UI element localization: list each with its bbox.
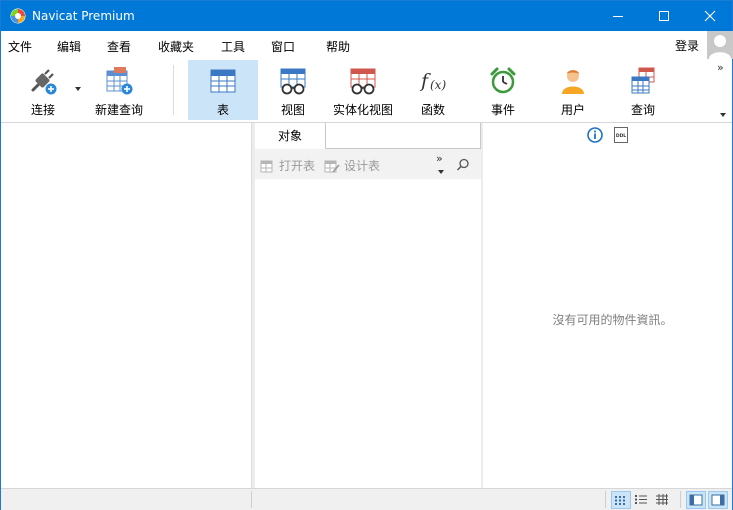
navicat-logo-icon [10, 8, 26, 24]
list-view-icon [615, 496, 625, 505]
fx-icon: f (x) [419, 70, 446, 92]
event-button[interactable]: 事件 [473, 60, 533, 120]
detail-view-icon [635, 495, 647, 504]
table-icon [210, 69, 236, 93]
status-divider [251, 491, 252, 508]
query-table-icon [631, 67, 655, 94]
view-label: 视图 [280, 103, 305, 117]
status-bar [1, 488, 732, 510]
toolbar-overflow-icon[interactable]: » [717, 61, 724, 74]
info-pane: DDL 沒有可用的物件資訊。 [483, 123, 732, 488]
menu-bar: 文件 编辑 查看 收藏夹 工具 窗口 帮助 登录 [1, 31, 732, 59]
tab-objects[interactable]: 对象 [255, 123, 325, 149]
open-table-button[interactable]: 打开表 [260, 157, 315, 174]
design-table-label: 设计表 [344, 159, 381, 173]
svg-text:(x): (x) [430, 78, 446, 92]
maximize-icon [659, 11, 669, 21]
menu-tools[interactable]: 工具 [221, 38, 245, 55]
grid-view-icon [656, 494, 668, 505]
app-window: Navicat Premium 文件 编辑 查看 收藏夹 工具 窗口 帮助 登录 [0, 0, 733, 510]
close-icon [704, 10, 716, 22]
detail-view-button[interactable] [632, 491, 652, 509]
menu-window[interactable]: 窗口 [271, 38, 295, 55]
glasses-table-icon [280, 68, 306, 95]
view-button[interactable]: 视图 [263, 60, 323, 120]
object-pane: 对象 打开表 设计表 » [255, 123, 481, 488]
table-plus-icon [106, 67, 133, 95]
toolbar-divider [173, 65, 174, 115]
design-table-button[interactable]: 设计表 [324, 157, 380, 174]
new-query-button[interactable]: 新建查询 [89, 60, 149, 120]
object-toolbar-overflow-icon[interactable]: » [436, 152, 443, 165]
open-table-label: 打开表 [279, 159, 316, 173]
left-pane-icon [689, 494, 703, 506]
ddl-icon[interactable]: DDL [614, 127, 628, 143]
plug-icon [31, 69, 57, 95]
table-label: 表 [216, 103, 229, 117]
query-button[interactable]: 查询 [613, 60, 673, 120]
materialized-view-label: 实体化视图 [332, 103, 393, 117]
connect-dropdown-icon[interactable] [75, 87, 81, 91]
design-table-icon [324, 160, 340, 173]
connect-label: 连接 [30, 103, 55, 117]
menu-favorites[interactable]: 收藏夹 [158, 38, 194, 55]
user-icon [562, 70, 584, 94]
minimize-icon [613, 16, 623, 17]
object-toolbar-dropdown-icon[interactable] [438, 170, 444, 174]
glasses-table-red-icon [350, 68, 376, 95]
menu-file[interactable]: 文件 [8, 38, 32, 55]
search-icon[interactable] [456, 158, 470, 172]
main-toolbar: 连接 新建查询 表 视图 实体化视图 f (x) 函数 事件 用户 查询 » [1, 59, 732, 123]
svg-text:DDL: DDL [616, 133, 626, 139]
object-tab-strip[interactable] [325, 123, 481, 149]
toggle-right-pane-button[interactable] [708, 491, 728, 509]
close-button[interactable] [687, 1, 733, 31]
status-divider [680, 491, 681, 508]
query-label: 查询 [630, 103, 655, 117]
info-icon[interactable] [587, 127, 603, 143]
function-label: 函数 [420, 103, 445, 117]
connection-tree-pane[interactable] [1, 123, 252, 488]
connect-button[interactable]: 连接 [15, 60, 71, 120]
table-button[interactable]: 表 [188, 60, 258, 120]
status-divider [605, 491, 606, 508]
login-link[interactable]: 登录 [675, 37, 699, 54]
user-avatar-icon [709, 35, 731, 59]
user-label: 用户 [560, 103, 585, 117]
toolbar-options-dropdown-icon[interactable] [720, 113, 726, 117]
materialized-view-button[interactable]: 实体化视图 [328, 60, 398, 120]
event-label: 事件 [490, 103, 515, 117]
menu-view[interactable]: 查看 [107, 38, 131, 55]
function-button[interactable]: f (x) 函数 [403, 60, 463, 120]
menu-help[interactable]: 帮助 [326, 38, 350, 55]
object-toolbar: 打开表 设计表 » [255, 149, 481, 179]
right-pane-icon [711, 494, 725, 506]
user-button[interactable]: 用户 [543, 60, 603, 120]
title-bar[interactable]: Navicat Premium [1, 1, 732, 31]
new-query-label: 新建查询 [94, 103, 143, 117]
window-title: Navicat Premium [32, 9, 135, 23]
toggle-left-pane-button[interactable] [686, 491, 706, 509]
avatar[interactable] [707, 31, 733, 59]
menu-edit[interactable]: 编辑 [57, 38, 81, 55]
grid-view-button[interactable] [653, 491, 673, 509]
empty-info-message: 沒有可用的物件資訊。 [552, 313, 673, 327]
open-table-icon [260, 160, 273, 172]
maximize-button[interactable] [641, 1, 687, 31]
alarm-clock-icon [490, 67, 516, 94]
list-view-button[interactable] [611, 491, 631, 509]
minimize-button[interactable] [595, 1, 641, 31]
